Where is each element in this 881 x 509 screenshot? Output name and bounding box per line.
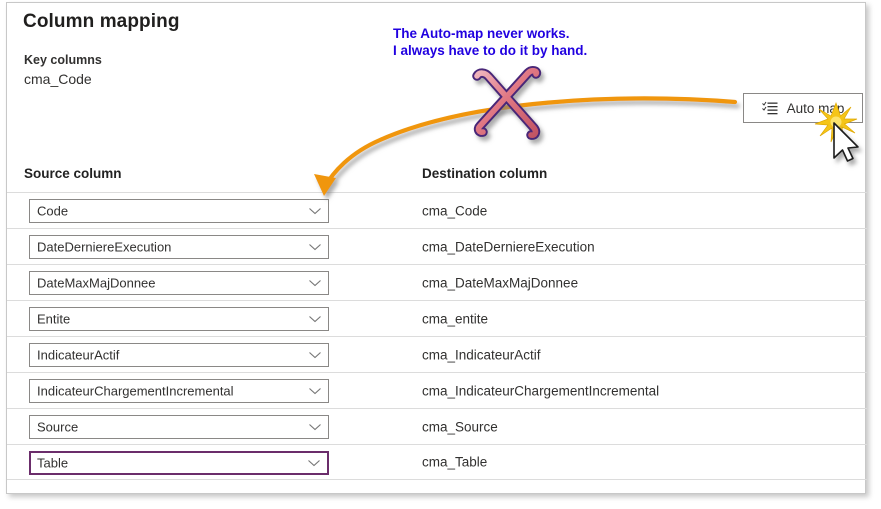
table-row: IndicateurActif cma_IndicateurActif (7, 336, 867, 372)
chevron-down-icon[interactable] (308, 422, 322, 432)
source-column-dropdown[interactable]: IndicateurChargementIncremental (29, 379, 329, 403)
source-column-dropdown[interactable]: DateMaxMajDonnee (29, 271, 329, 295)
chevron-down-icon[interactable] (308, 350, 322, 360)
destination-column-value: cma_entite (422, 311, 489, 326)
source-column-dropdown[interactable]: Code (29, 199, 329, 223)
source-column-dropdown[interactable]: Entite (29, 307, 329, 331)
source-column-dropdown[interactable]: IndicateurActif (29, 343, 329, 367)
source-column-dropdown-value: IndicateurChargementIncremental (37, 383, 234, 399)
chevron-down-icon[interactable] (308, 314, 322, 324)
source-column-dropdown-value: DateDerniereExecution (37, 239, 172, 255)
chevron-down-icon[interactable] (308, 242, 322, 252)
chevron-down-icon[interactable] (308, 206, 322, 216)
column-mapping-rows: Code cma_Code DateDerniereExecution cma_Dat… (7, 192, 867, 480)
table-row: Code cma_Code (7, 192, 867, 228)
source-column-dropdown-value: Table (37, 455, 69, 471)
source-column-dropdown[interactable]: Source (29, 415, 329, 439)
column-mapping-panel: Column mapping Key columns cma_Code Sour… (6, 2, 867, 494)
source-column-dropdown[interactable]: DateDerniereExecution (29, 235, 329, 259)
table-row: IndicateurChargementIncremental cma_Indic… (7, 372, 867, 408)
destination-column-value: cma_Table (422, 454, 488, 470)
destination-column-value: cma_Code (422, 203, 488, 218)
key-columns-value: cma_Code (24, 71, 92, 87)
table-row: Source cma_Source (7, 408, 867, 444)
source-column-dropdown-value: Entite (37, 311, 71, 327)
page-title: Column mapping (23, 11, 180, 32)
chevron-down-icon[interactable] (307, 458, 321, 468)
source-column-dropdown[interactable]: Table (29, 451, 329, 475)
screenshot-root: Column mapping Key columns cma_Code Sour… (0, 0, 881, 509)
table-row: DateDerniereExecution cma_DateDerniereExe… (7, 228, 867, 264)
destination-column-value: cma_IndicateurChargementIncremental (422, 383, 660, 398)
source-column-dropdown-value: DateMaxMajDonnee (37, 275, 156, 291)
table-row: DateMaxMajDonnee cma_DateMaxMajDonnee (7, 264, 867, 300)
destination-column-value: cma_Source (422, 419, 498, 434)
destination-column-value: cma_DateDerniereExecution (422, 239, 595, 254)
destination-column-value: cma_DateMaxMajDonnee (422, 275, 579, 290)
destination-column-value: cma_IndicateurActif (422, 347, 541, 362)
key-columns-label: Key columns (24, 53, 102, 67)
chevron-down-icon[interactable] (308, 386, 322, 396)
chevron-down-icon[interactable] (308, 278, 322, 288)
source-column-dropdown-value: Source (37, 419, 79, 435)
source-column-dropdown-value: Code (37, 203, 69, 219)
source-column-dropdown-value: IndicateurActif (37, 347, 120, 363)
table-row: Table cma_Table (7, 444, 867, 480)
source-column-header: Source column (24, 166, 122, 181)
auto-map-button-label: Auto map (786, 100, 845, 116)
table-row: Entite cma_entite (7, 300, 867, 336)
destination-column-header: Destination column (422, 166, 548, 181)
auto-map-button[interactable]: Auto map (743, 93, 863, 123)
bulleted-list-check-icon (761, 101, 778, 115)
